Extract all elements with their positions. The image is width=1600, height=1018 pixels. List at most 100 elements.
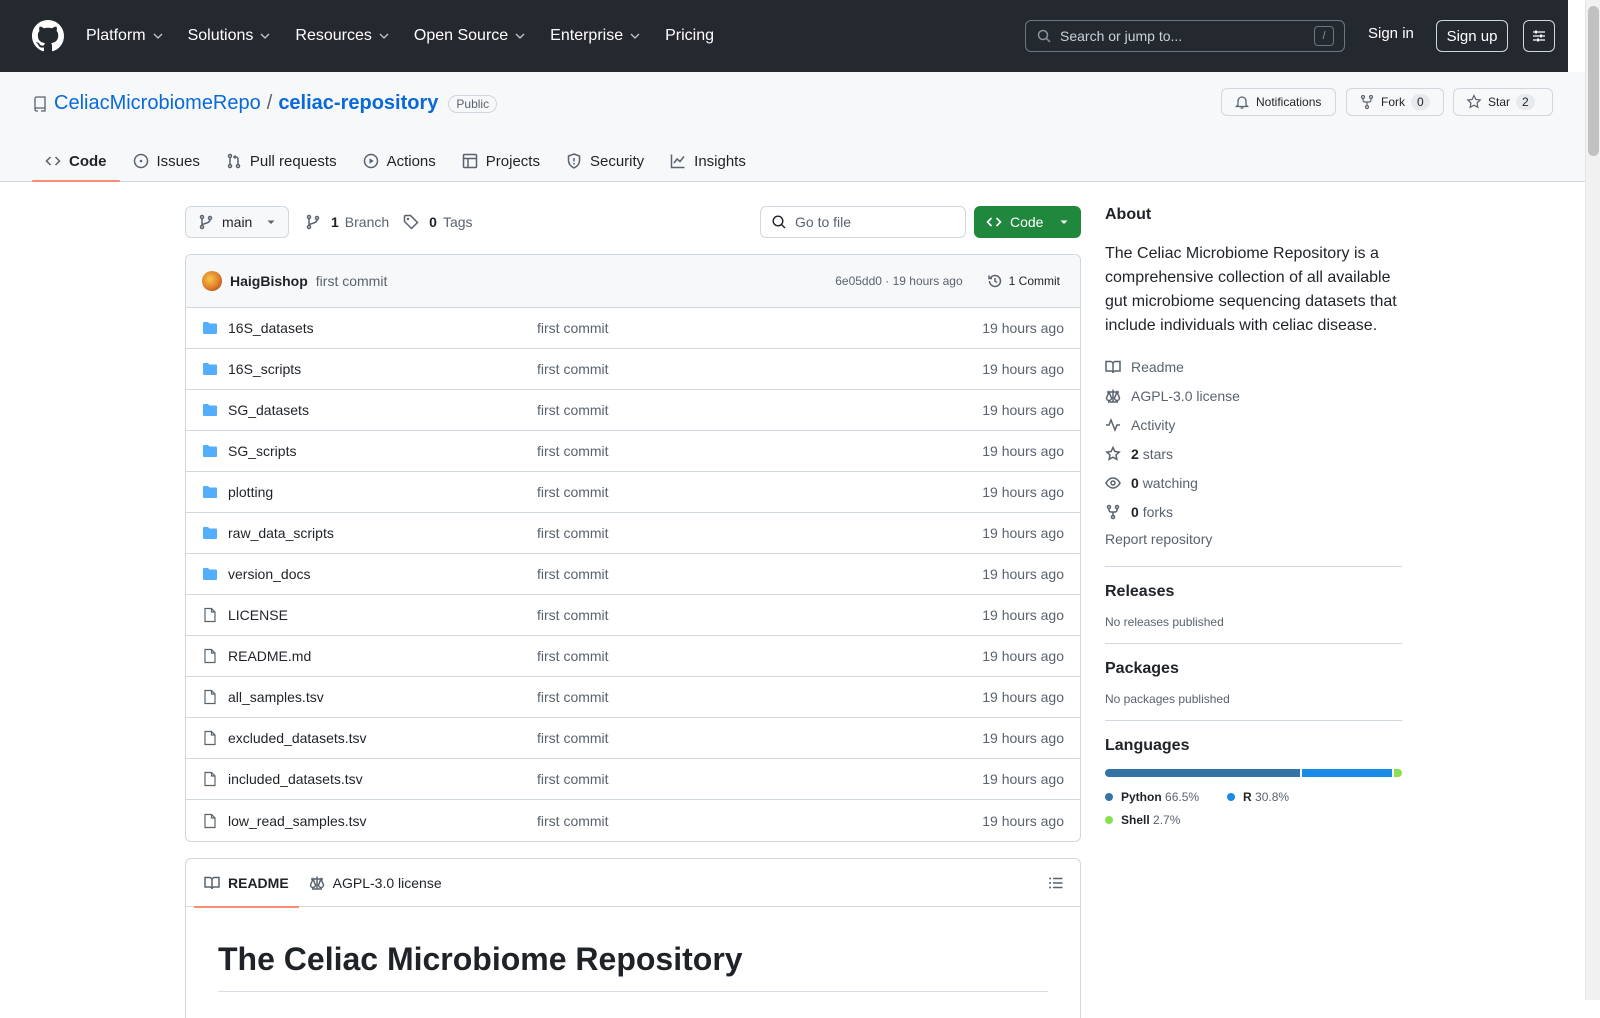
file-commit-message[interactable]: first commit [537,771,982,787]
releases-empty: No releases published [1105,615,1224,629]
file-name[interactable]: version_docs [228,566,311,582]
table-row[interactable]: version_docs first commit 19 hours ago [186,554,1080,595]
table-row[interactable]: SG_scripts first commit 19 hours ago [186,431,1080,472]
repo-separator: / [266,92,273,114]
watching-link[interactable]: 0 watching [1105,468,1402,497]
fork-button[interactable]: Fork 0 [1346,88,1444,116]
table-row[interactable]: 16S_datasets first commit 19 hours ago [186,308,1080,349]
nav-open-source[interactable]: Open Source [414,27,526,45]
file-name[interactable]: low_read_samples.tsv [228,813,367,829]
file-commit-message[interactable]: first commit [537,361,982,377]
file-name[interactable]: SG_datasets [228,402,309,418]
file-commit-message[interactable]: first commit [537,607,982,623]
notifications-button[interactable]: Notifications [1221,88,1336,116]
tab-actions[interactable]: Actions [350,140,449,182]
file-name[interactable]: all_samples.tsv [228,689,324,705]
file-name[interactable]: included_datasets.tsv [228,771,363,787]
file-name[interactable]: SG_scripts [228,443,296,459]
file-commit-message[interactable]: first commit [537,320,982,336]
stars-link[interactable]: 2 stars [1105,439,1402,468]
table-row[interactable]: LICENSE first commit 19 hours ago [186,595,1080,636]
language-item[interactable]: R 30.8% [1227,785,1349,808]
file-commit-message[interactable]: first commit [537,525,982,541]
tab-projects[interactable]: Projects [449,140,553,182]
file-name[interactable]: README.md [228,648,311,664]
file-age: 19 hours ago [982,607,1064,623]
table-row[interactable]: plotting first commit 19 hours ago [186,472,1080,513]
commit-sha-time[interactable]: 6e05dd0 · 19 hours ago [835,274,962,288]
star-button[interactable]: Star 2 [1453,88,1553,116]
tab-code[interactable]: Code [32,140,120,182]
sign-up-button[interactable]: Sign up [1436,20,1508,52]
file-name[interactable]: raw_data_scripts [228,525,334,541]
repo-owner-link[interactable]: CeliacMicrobiomeRepo [54,92,261,115]
nav-resources[interactable]: Resources [295,27,389,45]
page-scrollbar[interactable] [1585,0,1600,1000]
file-commit-message[interactable]: first commit [537,566,982,582]
file-name[interactable]: 16S_datasets [228,320,314,336]
table-row[interactable]: raw_data_scripts first commit 19 hours ago [186,513,1080,554]
file-commit-message[interactable]: first commit [537,730,982,746]
readme-link[interactable]: Readme [1105,352,1402,381]
releases-title[interactable]: Releases [1105,583,1402,601]
commit-message[interactable]: first commit [316,273,388,289]
table-row[interactable]: README.md first commit 19 hours ago [186,636,1080,677]
settings-button[interactable] [1523,20,1555,52]
nav-platform[interactable]: Platform [86,27,164,45]
commit-author[interactable]: HaigBishop [230,273,308,289]
file-name[interactable]: plotting [228,484,273,500]
go-to-file-input[interactable]: Go to file [760,206,966,238]
tab-security-label: Security [589,152,645,170]
branch-selector[interactable]: main [185,206,289,238]
nav-enterprise[interactable]: Enterprise [550,27,641,45]
commit-history-link[interactable]: 1 Commit [987,273,1060,289]
tab-license[interactable]: AGPL-3.0 license [299,859,452,907]
tab-insights[interactable]: Insights [657,140,759,182]
chevron-down-icon [379,33,389,39]
github-logo-icon[interactable] [32,20,64,52]
table-row[interactable]: SG_datasets first commit 19 hours ago [186,390,1080,431]
about-sidebar: About The Celiac Microbiome Repository i… [1105,206,1402,831]
forks-link[interactable]: 0 forks [1105,497,1402,526]
file-commit-message[interactable]: first commit [537,813,982,829]
language-item[interactable]: Python 66.5% [1105,785,1227,808]
table-row[interactable]: 16S_scripts first commit 19 hours ago [186,349,1080,390]
file-commit-message[interactable]: first commit [537,689,982,705]
file-name[interactable]: 16S_scripts [228,361,301,377]
chevron-down-icon [515,33,525,39]
file-commit-message[interactable]: first commit [537,484,982,500]
main-content: main 1 Branch 0 Tags Go to file Code Hai… [185,206,1081,1018]
language-item[interactable]: Shell 2.7% [1105,808,1227,831]
table-row[interactable]: excluded_datasets.tsv first commit 19 hour… [186,718,1080,759]
table-row[interactable]: included_datasets.tsv first commit 19 hour… [186,759,1080,800]
nav-pricing[interactable]: Pricing [665,27,714,45]
sign-in-link[interactable]: Sign in [1368,25,1414,42]
file-commit-message[interactable]: first commit [537,402,982,418]
readme-panel: README AGPL-3.0 license The Celiac Micro… [185,858,1081,1018]
tab-security[interactable]: Security [553,140,657,182]
search-shortcut-key: / [1314,26,1334,46]
file-commit-message[interactable]: first commit [537,443,982,459]
branches-link[interactable]: 1 Branch [305,214,389,230]
table-row[interactable]: all_samples.tsv first commit 19 hours ago [186,677,1080,718]
chevron-down-icon [153,33,163,39]
tags-link[interactable]: 0 Tags [403,214,473,230]
activity-link[interactable]: Activity [1105,410,1402,439]
scrollbar-thumb[interactable] [1588,6,1599,156]
table-row[interactable]: low_read_samples.tsv first commit 19 hours… [186,800,1080,841]
nav-solutions[interactable]: Solutions [188,27,272,45]
tab-issues[interactable]: Issues [120,140,213,182]
file-name[interactable]: LICENSE [228,607,288,623]
report-repository-link[interactable]: Report repository [1105,526,1402,552]
tab-pull-requests[interactable]: Pull requests [213,140,350,182]
packages-title[interactable]: Packages [1105,660,1402,678]
repo-name-link[interactable]: celiac-repository [278,92,438,115]
file-commit-message[interactable]: first commit [537,648,982,664]
tab-readme[interactable]: README [194,859,299,908]
list-unordered-icon[interactable] [1048,875,1064,891]
license-link[interactable]: AGPL-3.0 license [1105,381,1402,410]
avatar[interactable] [202,271,222,291]
file-name[interactable]: excluded_datasets.tsv [228,730,367,746]
search-input[interactable]: Search or jump to... / [1025,20,1345,52]
code-dropdown-button[interactable]: Code [974,206,1081,238]
